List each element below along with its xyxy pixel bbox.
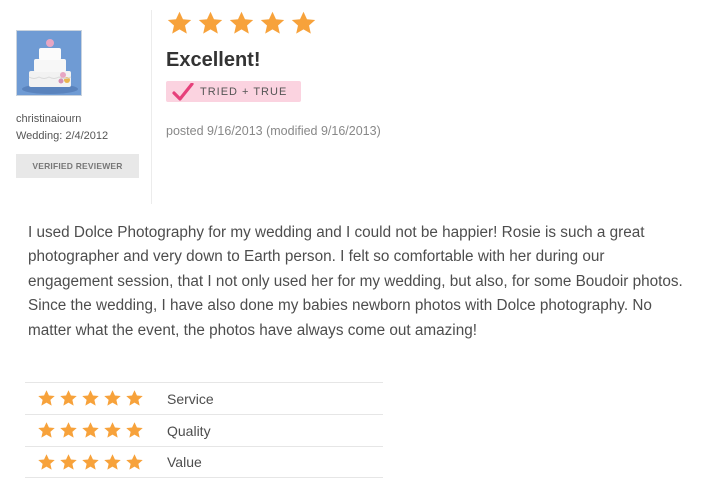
rating-row-quality: Quality [25,414,383,446]
rating-row-value: Value [25,446,383,478]
star-icon [126,453,143,470]
star-icon [126,390,143,406]
rating-stars [37,389,167,408]
sub-ratings: Service Quality Value [25,382,383,478]
star-icon [82,453,99,470]
posted-date: posted 9/16/2013 (modified 9/16/2013) [166,123,381,138]
star-icon [82,422,99,438]
review-card: christinaiourn Wedding: 2/4/2012 VERIFIE… [0,0,720,490]
column-divider [151,10,152,204]
star-icon [38,390,55,406]
checkmark-icon [172,82,194,101]
star-icon [82,390,99,406]
star-icon [60,453,77,470]
badge-label: TRIED + TRUE [200,85,288,98]
tried-true-badge: TRIED + TRUE [166,81,302,102]
star-icon [60,422,77,438]
rating-stars [37,453,167,472]
review-body: I used Dolce Photography for my wedding … [28,224,683,339]
reviewer-name[interactable]: christinaiourn [16,113,142,125]
star-icon [104,453,121,470]
verified-reviewer-badge: VERIFIED REVIEWER [16,154,139,178]
star-icon [104,390,121,406]
reviewer-wedding-date: Wedding: 2/4/2012 [16,130,109,142]
reviewer-info: christinaiourn Wedding: 2/4/2012 VERIFIE… [16,30,142,178]
star-icon [60,390,77,406]
star-icon [260,11,285,34]
star-icon [126,422,143,438]
star-icon [198,11,223,34]
rating-row-service: Service [25,382,383,414]
rating-label: Quality [167,422,211,439]
rating-label: Value [167,454,202,470]
star-icon [291,11,316,34]
reviewer-avatar[interactable] [16,30,82,96]
star-icon [229,11,254,34]
star-icon [167,11,192,34]
review-header: Excellent! TRIED + TRUE posted 9/16/2013… [166,10,686,138]
overall-rating-stars [166,10,686,37]
review-title: Excellent! [166,49,261,71]
wedding-cake-icon [17,31,81,95]
star-icon [38,453,55,470]
rating-label: Service [167,390,214,407]
star-icon [104,422,121,438]
rating-stars [37,421,167,440]
star-icon [38,422,55,438]
